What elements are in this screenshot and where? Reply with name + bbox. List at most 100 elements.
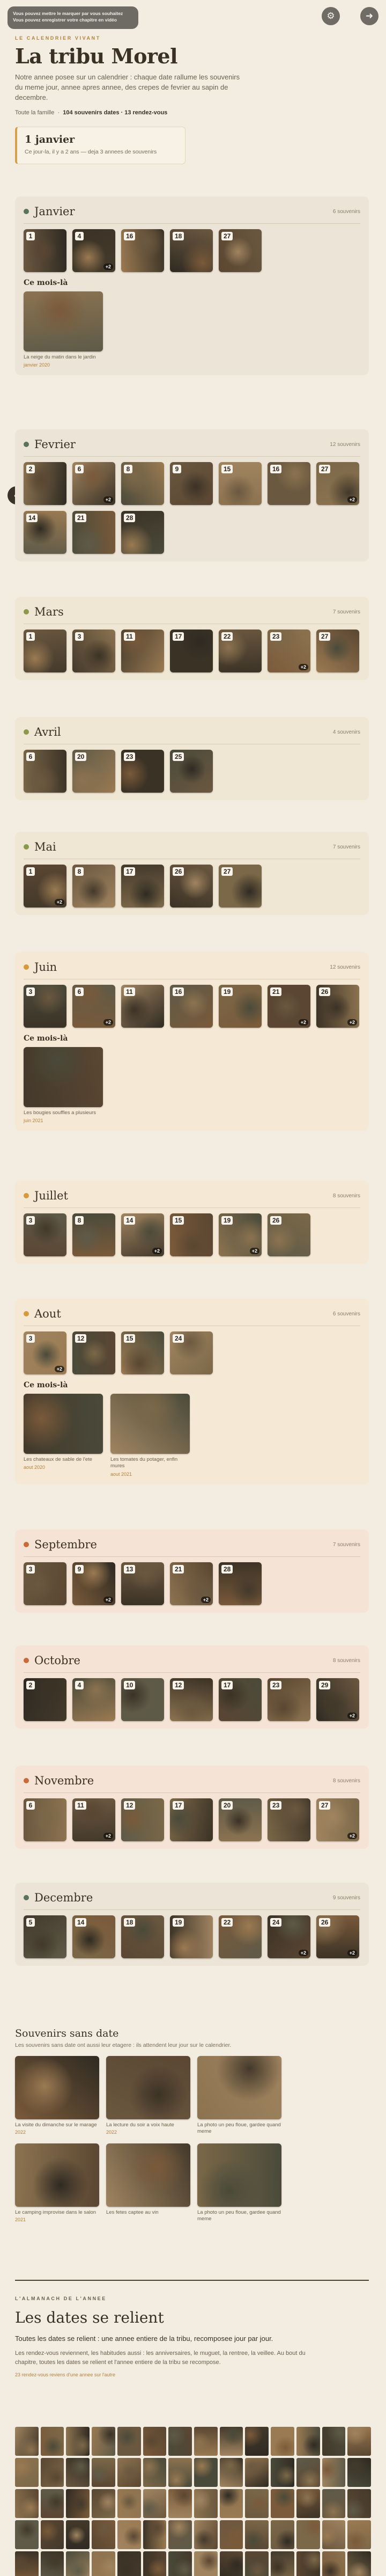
mosaic-photo[interactable] <box>168 2427 192 2456</box>
mosaic-photo[interactable] <box>66 2489 90 2518</box>
day-tile[interactable]: 3 <box>24 1213 66 1256</box>
mosaic-photo[interactable] <box>168 2520 192 2549</box>
day-tile[interactable]: 27 +2 <box>316 1798 359 1841</box>
day-tile[interactable]: 25 <box>170 750 213 793</box>
undated-card[interactable]: La photo un peu floue, gardee quand meme <box>197 2056 281 2136</box>
mosaic-photo[interactable] <box>117 2489 141 2518</box>
day-tile[interactable]: 28 <box>219 1562 262 1605</box>
mosaic-photo[interactable] <box>296 2489 320 2518</box>
mosaic-photo[interactable] <box>40 2551 64 2576</box>
mosaic-photo[interactable] <box>271 2427 294 2456</box>
mosaic-photo[interactable] <box>296 2551 320 2576</box>
day-tile[interactable]: 23 <box>268 1678 310 1721</box>
day-tile[interactable]: 16 <box>268 462 310 505</box>
day-tile[interactable]: 2 <box>24 462 66 505</box>
mosaic-photo[interactable] <box>66 2520 90 2549</box>
day-tile[interactable]: 3 <box>24 985 66 1028</box>
day-tile[interactable]: 4 <box>72 1678 115 1721</box>
mosaic-photo[interactable] <box>40 2427 64 2456</box>
undated-card[interactable]: La lecture du soir a voix haute 2022 <box>106 2056 190 2136</box>
day-tile[interactable]: 5 <box>24 1915 66 1958</box>
day-tile[interactable]: 27 <box>316 630 359 672</box>
mosaic-photo[interactable] <box>92 2551 115 2576</box>
mosaic-photo[interactable] <box>117 2427 141 2456</box>
day-tile[interactable]: 14 <box>72 1915 115 1958</box>
day-tile[interactable]: 9 <box>170 462 213 505</box>
mosaic-photo[interactable] <box>271 2520 294 2549</box>
day-tile[interactable]: 26 +2 <box>316 1915 359 1958</box>
featured-memory[interactable]: Les bougies souffles a plusieurs juin 20… <box>24 1047 103 1123</box>
mosaic-photo[interactable] <box>117 2551 141 2576</box>
mosaic-photo[interactable] <box>219 2551 243 2576</box>
mosaic-photo[interactable] <box>347 2489 371 2518</box>
day-tile[interactable]: 26 <box>268 1213 310 1256</box>
day-tile[interactable]: 13 <box>121 1562 164 1605</box>
day-tile[interactable]: 12 <box>72 1331 115 1374</box>
mosaic-photo[interactable] <box>15 2551 39 2576</box>
mosaic-photo[interactable] <box>219 2489 243 2518</box>
day-tile[interactable]: 24 <box>170 1331 213 1374</box>
share-button[interactable]: ➜ <box>360 7 378 25</box>
mosaic-photo[interactable] <box>194 2427 218 2456</box>
day-tile[interactable]: 21 <box>72 511 115 554</box>
day-tile[interactable]: 19 <box>170 1915 213 1958</box>
day-tile[interactable]: 23 <box>268 1798 310 1841</box>
mosaic-photo[interactable] <box>347 2520 371 2549</box>
mosaic-photo[interactable] <box>322 2458 346 2487</box>
settings-button[interactable]: ⚙ <box>322 7 340 25</box>
day-tile[interactable]: 6 <box>24 750 66 793</box>
day-tile[interactable]: 16 <box>121 229 164 272</box>
today-card[interactable]: 1 janvier Ce jour-la, il y a 2 ans — dej… <box>15 127 185 164</box>
mosaic-photo[interactable] <box>194 2520 218 2549</box>
mosaic-photo[interactable] <box>245 2458 269 2487</box>
day-tile[interactable]: 8 <box>121 462 164 505</box>
day-tile[interactable]: 23 <box>121 750 164 793</box>
day-tile[interactable]: 15 <box>121 1331 164 1374</box>
mosaic-photo[interactable] <box>143 2551 167 2576</box>
featured-memory[interactable]: La neige du matin dans le jardin janvier… <box>24 291 103 368</box>
mosaic-photo[interactable] <box>271 2489 294 2518</box>
day-tile[interactable]: 17 <box>121 865 164 908</box>
day-tile[interactable]: 15 <box>170 1213 213 1256</box>
mosaic-photo[interactable] <box>271 2458 294 2487</box>
mosaic-photo[interactable] <box>245 2520 269 2549</box>
day-tile[interactable]: 26 +2 <box>316 985 359 1028</box>
mosaic-photo[interactable] <box>245 2551 269 2576</box>
day-tile[interactable]: 11 <box>121 985 164 1028</box>
day-tile[interactable]: 23 +2 <box>268 630 310 672</box>
day-tile[interactable]: 18 <box>170 229 213 272</box>
day-tile[interactable]: 20 <box>72 750 115 793</box>
mosaic-photo[interactable] <box>40 2458 64 2487</box>
mosaic-photo[interactable] <box>322 2427 346 2456</box>
mosaic-photo[interactable] <box>219 2427 243 2456</box>
day-tile[interactable]: 27 +2 <box>316 462 359 505</box>
day-tile[interactable]: 6 +2 <box>72 462 115 505</box>
day-tile[interactable]: 1 +2 <box>24 865 66 908</box>
mosaic-photo[interactable] <box>143 2458 167 2487</box>
mosaic-photo[interactable] <box>347 2551 371 2576</box>
mosaic-photo[interactable] <box>296 2458 320 2487</box>
day-tile[interactable]: 11 +2 <box>72 1798 115 1841</box>
mosaic-photo[interactable] <box>92 2458 115 2487</box>
mosaic-photo[interactable] <box>40 2520 64 2549</box>
day-tile[interactable]: 26 <box>170 865 213 908</box>
featured-memory[interactable]: Les chateaux de sable de l'ete aout 2020 <box>24 1394 103 1470</box>
day-tile[interactable]: 16 <box>170 985 213 1028</box>
mosaic-photo[interactable] <box>15 2520 39 2549</box>
mosaic-photo[interactable] <box>296 2520 320 2549</box>
day-tile[interactable]: 27 <box>219 865 262 908</box>
day-tile[interactable]: 2 <box>24 1678 66 1721</box>
day-tile[interactable]: 1 <box>24 630 66 672</box>
mosaic-photo[interactable] <box>143 2427 167 2456</box>
day-tile[interactable]: 10 <box>121 1678 164 1721</box>
undated-card[interactable]: Le camping improvise dans le salon 2021 <box>15 2143 99 2224</box>
day-tile[interactable]: 20 <box>219 1798 262 1841</box>
mosaic-photo[interactable] <box>296 2427 320 2456</box>
day-tile[interactable]: 24 +2 <box>268 1915 310 1958</box>
undated-card[interactable]: Les fetes captee au vin <box>106 2143 190 2224</box>
mosaic-photo[interactable] <box>194 2551 218 2576</box>
day-tile[interactable]: 21 +2 <box>268 985 310 1028</box>
mosaic-photo[interactable] <box>40 2489 64 2518</box>
mosaic-photo[interactable] <box>117 2520 141 2549</box>
mosaic-photo[interactable] <box>92 2427 115 2456</box>
